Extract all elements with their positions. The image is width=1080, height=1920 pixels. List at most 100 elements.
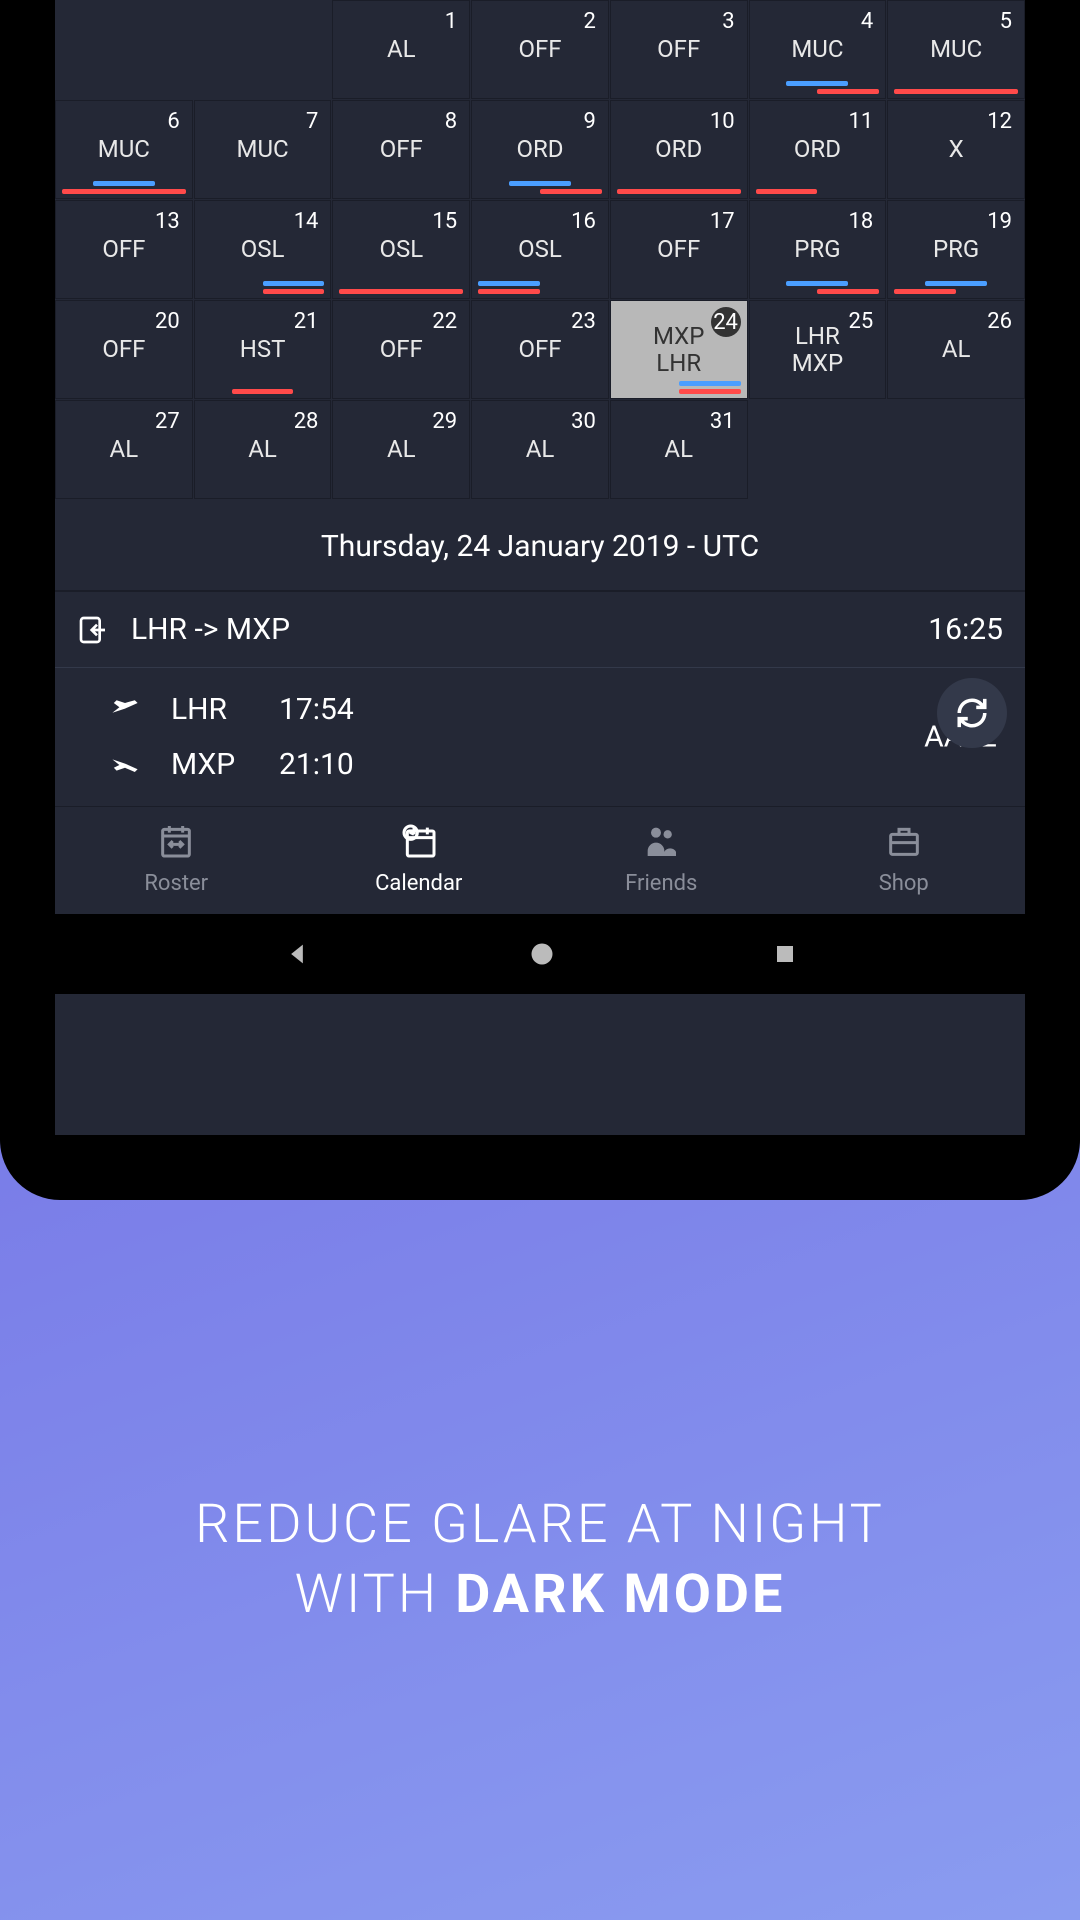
duty-codes: MUC (236, 136, 288, 162)
calendar-cell[interactable]: 29AL (332, 400, 470, 499)
calendar-cell[interactable]: 8OFF (332, 100, 470, 199)
calendar-cell[interactable]: 11 ORD (749, 100, 887, 199)
calendar-cell[interactable]: 17 OFF (610, 200, 748, 299)
calendar-cell[interactable]: 31AL (610, 400, 748, 499)
calendar-cell[interactable]: 1 AL (332, 0, 470, 99)
calendar-cell[interactable]: 23 OFF (471, 300, 609, 399)
day-number: 27 (155, 409, 180, 434)
checkin-icon (77, 614, 109, 646)
back-button[interactable] (283, 940, 311, 968)
day-number: 31 (710, 409, 735, 434)
calendar-cell[interactable]: 12 X (887, 100, 1025, 199)
nav-shop[interactable]: Shop (783, 821, 1026, 896)
calendar-cell[interactable]: 9 ORD (471, 100, 609, 199)
nav-friends[interactable]: Friends (540, 821, 783, 896)
duty-codes: AL (387, 36, 416, 62)
day-number: 21 (294, 309, 319, 334)
calendar-cell[interactable]: 7 MUC (194, 100, 332, 199)
calendar-cell[interactable]: 13 OFF (55, 200, 193, 299)
calendar-cell[interactable]: 19PRG (887, 200, 1025, 299)
recents-button[interactable] (773, 942, 797, 966)
calendar-cell[interactable]: 18PRG (749, 200, 887, 299)
duty-codes: AL (248, 436, 277, 462)
duty-codes: AL (942, 336, 971, 362)
calendar-cell (887, 400, 1025, 499)
day-number: 8 (445, 109, 457, 134)
calendar-cell[interactable]: 2OFF (471, 0, 609, 99)
day-number: 2 (583, 9, 595, 34)
airport-code: LHR (171, 692, 251, 727)
nav-label: Roster (144, 871, 208, 896)
calendar-cell[interactable]: 21HST (194, 300, 332, 399)
calendar-cell[interactable]: 30AL (471, 400, 609, 499)
day-number: 1 (445, 9, 457, 34)
nav-label: Shop (879, 871, 929, 896)
day-number: 10 (710, 109, 735, 134)
home-button[interactable] (528, 940, 556, 968)
calendar-cell[interactable]: 3OFF (610, 0, 748, 99)
calendar-cell[interactable]: 4MUC (749, 0, 887, 99)
calendar-cell[interactable]: 14 OSL (194, 200, 332, 299)
android-nav-bar (55, 914, 1025, 994)
nav-calendar[interactable]: Calendar (298, 821, 541, 896)
day-number: 13 (155, 209, 180, 234)
duty-codes: MUC (791, 36, 843, 62)
day-number: 11 (849, 109, 874, 134)
duty-codes: AL (387, 436, 416, 462)
duty-codes: ORD (655, 136, 702, 162)
calendar-cell[interactable]: 5MUC (887, 0, 1025, 99)
leg-time: 21:10 (279, 747, 354, 782)
nav-roster[interactable]: Roster (55, 821, 298, 896)
duty-codes: OSL (518, 236, 562, 262)
duty-codes: LHRMXP (792, 323, 843, 376)
nav-label: Calendar (375, 871, 462, 896)
calendar-cell[interactable]: 22OFF (332, 300, 470, 399)
day-number: 17 (710, 209, 735, 234)
duty-codes: OSL (241, 236, 285, 262)
duty-codes: ORD (516, 136, 563, 162)
day-number: 15 (432, 209, 457, 234)
duty-row[interactable]: LHR -> MXP 16:25 (55, 592, 1025, 668)
day-number: 19 (987, 209, 1012, 234)
calendar-cell[interactable]: 16OSL (471, 200, 609, 299)
calendar-cell (55, 0, 193, 99)
day-number: 12 (987, 109, 1012, 134)
selected-date-header: Thursday, 24 January 2019 - UTC (55, 499, 1025, 592)
duty-codes: X (949, 136, 964, 162)
calendar-cell[interactable]: 20OFF (55, 300, 193, 399)
refresh-button[interactable] (937, 678, 1007, 748)
day-number: 6 (167, 109, 179, 134)
promo-text: REDUCE GLARE AT NIGHT WITH DARK MODE (195, 1200, 885, 1920)
calendar-cell[interactable]: 26AL (887, 300, 1025, 399)
duty-codes: OFF (518, 336, 561, 362)
duty-codes: OSL (379, 236, 423, 262)
calendar-cell[interactable]: 27 AL (55, 400, 193, 499)
calendar-cell[interactable]: 15 OSL (332, 200, 470, 299)
calendar-cell[interactable]: 24MXPLHR (610, 300, 748, 399)
duty-codes: PRG (794, 236, 840, 262)
duty-codes: OFF (657, 236, 700, 262)
app-screen: 1AL2OFF3OFF4MUC5MUC6MUC7MUC8OFF9ORD10ORD… (55, 0, 1025, 1135)
duty-codes: OFF (102, 236, 145, 262)
day-number: 14 (294, 209, 319, 234)
duty-codes: MUC (98, 136, 150, 162)
calendar-cell[interactable]: 28AL (194, 400, 332, 499)
calendar-cell[interactable]: 10 ORD (610, 100, 748, 199)
leg-time: 17:54 (279, 692, 354, 727)
calendar-cell[interactable]: 6 MUC (55, 100, 193, 199)
day-number: 23 (571, 309, 596, 334)
departure-icon (107, 696, 143, 724)
calendar-cell (194, 0, 332, 99)
day-number: 3 (722, 9, 734, 34)
nav-label: Friends (625, 871, 697, 896)
calendar-cell[interactable]: 25LHRMXP (749, 300, 887, 399)
day-number: 9 (583, 109, 595, 134)
calendar-icon (399, 821, 439, 861)
bottom-nav: Roster Calendar Friends Shop (55, 806, 1025, 914)
day-number: 24 (711, 307, 741, 337)
duty-codes: AL (110, 436, 139, 462)
duty-codes: ORD (794, 136, 841, 162)
day-number: 7 (306, 109, 318, 134)
duty-codes: AL (526, 436, 555, 462)
shop-icon (884, 821, 924, 861)
